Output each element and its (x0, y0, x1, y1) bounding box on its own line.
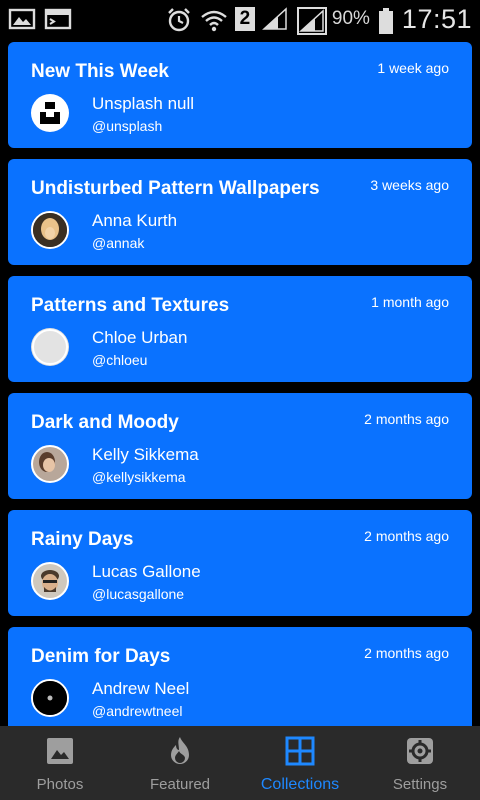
collection-time: 2 months ago (364, 528, 449, 544)
wifi-icon (200, 7, 228, 32)
sim-badge: 2 (234, 7, 255, 31)
author-name: Chloe Urban (92, 328, 188, 347)
author-name: Lucas Gallone (92, 562, 201, 581)
clock: 17:51 (401, 3, 472, 34)
collection-time: 2 months ago (364, 411, 449, 427)
alarm-icon (165, 7, 193, 32)
unsplash-logo-icon (40, 102, 60, 124)
collection-card[interactable]: New This Week 1 week ago Unsplash null @… (8, 42, 472, 148)
grid-icon (285, 736, 315, 766)
collection-title: Rainy Days (31, 529, 134, 550)
author-photo (33, 681, 67, 715)
collection-time: 1 month ago (371, 294, 449, 310)
collection-title: Patterns and Textures (31, 295, 230, 316)
status-bar: 2 90% 17:51 (0, 0, 480, 38)
collection-title: Undisturbed Pattern Wallpapers (31, 178, 320, 199)
collection-card[interactable]: Dark and Moody 2 months ago Kelly Sikkem… (8, 393, 472, 499)
author-handle: @kellysikkema (92, 469, 186, 485)
avatar[interactable] (31, 679, 69, 717)
author-name: Anna Kurth (92, 211, 178, 230)
collection-title: New This Week (31, 61, 169, 82)
collection-title: Dark and Moody (31, 412, 179, 433)
avatar[interactable] (31, 445, 69, 483)
battery-percent: 90% (331, 8, 370, 29)
author-handle: @andrewtneel (92, 703, 183, 719)
nav-label: Photos (36, 776, 84, 793)
signal-icon (261, 7, 290, 31)
author-handle: @lucasgallone (92, 586, 185, 602)
collections-list[interactable]: New This Week 1 week ago Unsplash null @… (0, 38, 480, 726)
avatar[interactable] (31, 211, 69, 249)
author-handle: @unsplash (92, 118, 163, 134)
collection-time: 3 weeks ago (370, 177, 449, 193)
avatar[interactable] (31, 328, 69, 366)
avatar[interactable] (31, 94, 69, 132)
bottom-navigation: Photos Featured Collections Settings (0, 726, 480, 800)
nav-label: Collections (260, 776, 340, 793)
default-avatar-icon (32, 329, 68, 365)
author-photo (33, 213, 67, 247)
author-name: Andrew Neel (92, 679, 190, 698)
nav-photos[interactable]: Photos (0, 726, 120, 800)
nav-label: Featured (149, 776, 211, 793)
author-name: Unsplash null (92, 94, 195, 113)
signal-icon-2 (296, 7, 327, 35)
collection-card[interactable]: Rainy Days 2 months ago Lucas Gallone @l… (8, 510, 472, 616)
nav-settings[interactable]: Settings (360, 726, 480, 800)
nav-label: Settings (392, 776, 448, 793)
collection-time: 2 months ago (364, 645, 449, 661)
gear-icon (405, 736, 435, 766)
author-name: Kelly Sikkema (92, 445, 199, 464)
gallery-notification-icon (8, 7, 36, 31)
author-handle: @annak (92, 235, 145, 251)
collection-card[interactable]: Patterns and Textures 1 month ago Chloe … (8, 276, 472, 382)
author-photo (33, 447, 67, 481)
collection-card[interactable]: Undisturbed Pattern Wallpapers 3 weeks a… (8, 159, 472, 265)
image-icon (45, 736, 75, 766)
battery-icon (377, 7, 395, 34)
author-photo (33, 564, 67, 598)
avatar[interactable] (31, 562, 69, 600)
fire-icon (165, 736, 195, 766)
nav-featured[interactable]: Featured (120, 726, 240, 800)
author-handle: @chloeu (92, 352, 148, 368)
terminal-notification-icon (44, 7, 72, 31)
nav-collections[interactable]: Collections (240, 726, 360, 800)
collection-card[interactable]: Denim for Days 2 months ago Andrew Neel … (8, 627, 472, 726)
collection-title: Denim for Days (31, 646, 171, 667)
collection-time: 1 week ago (377, 60, 449, 76)
